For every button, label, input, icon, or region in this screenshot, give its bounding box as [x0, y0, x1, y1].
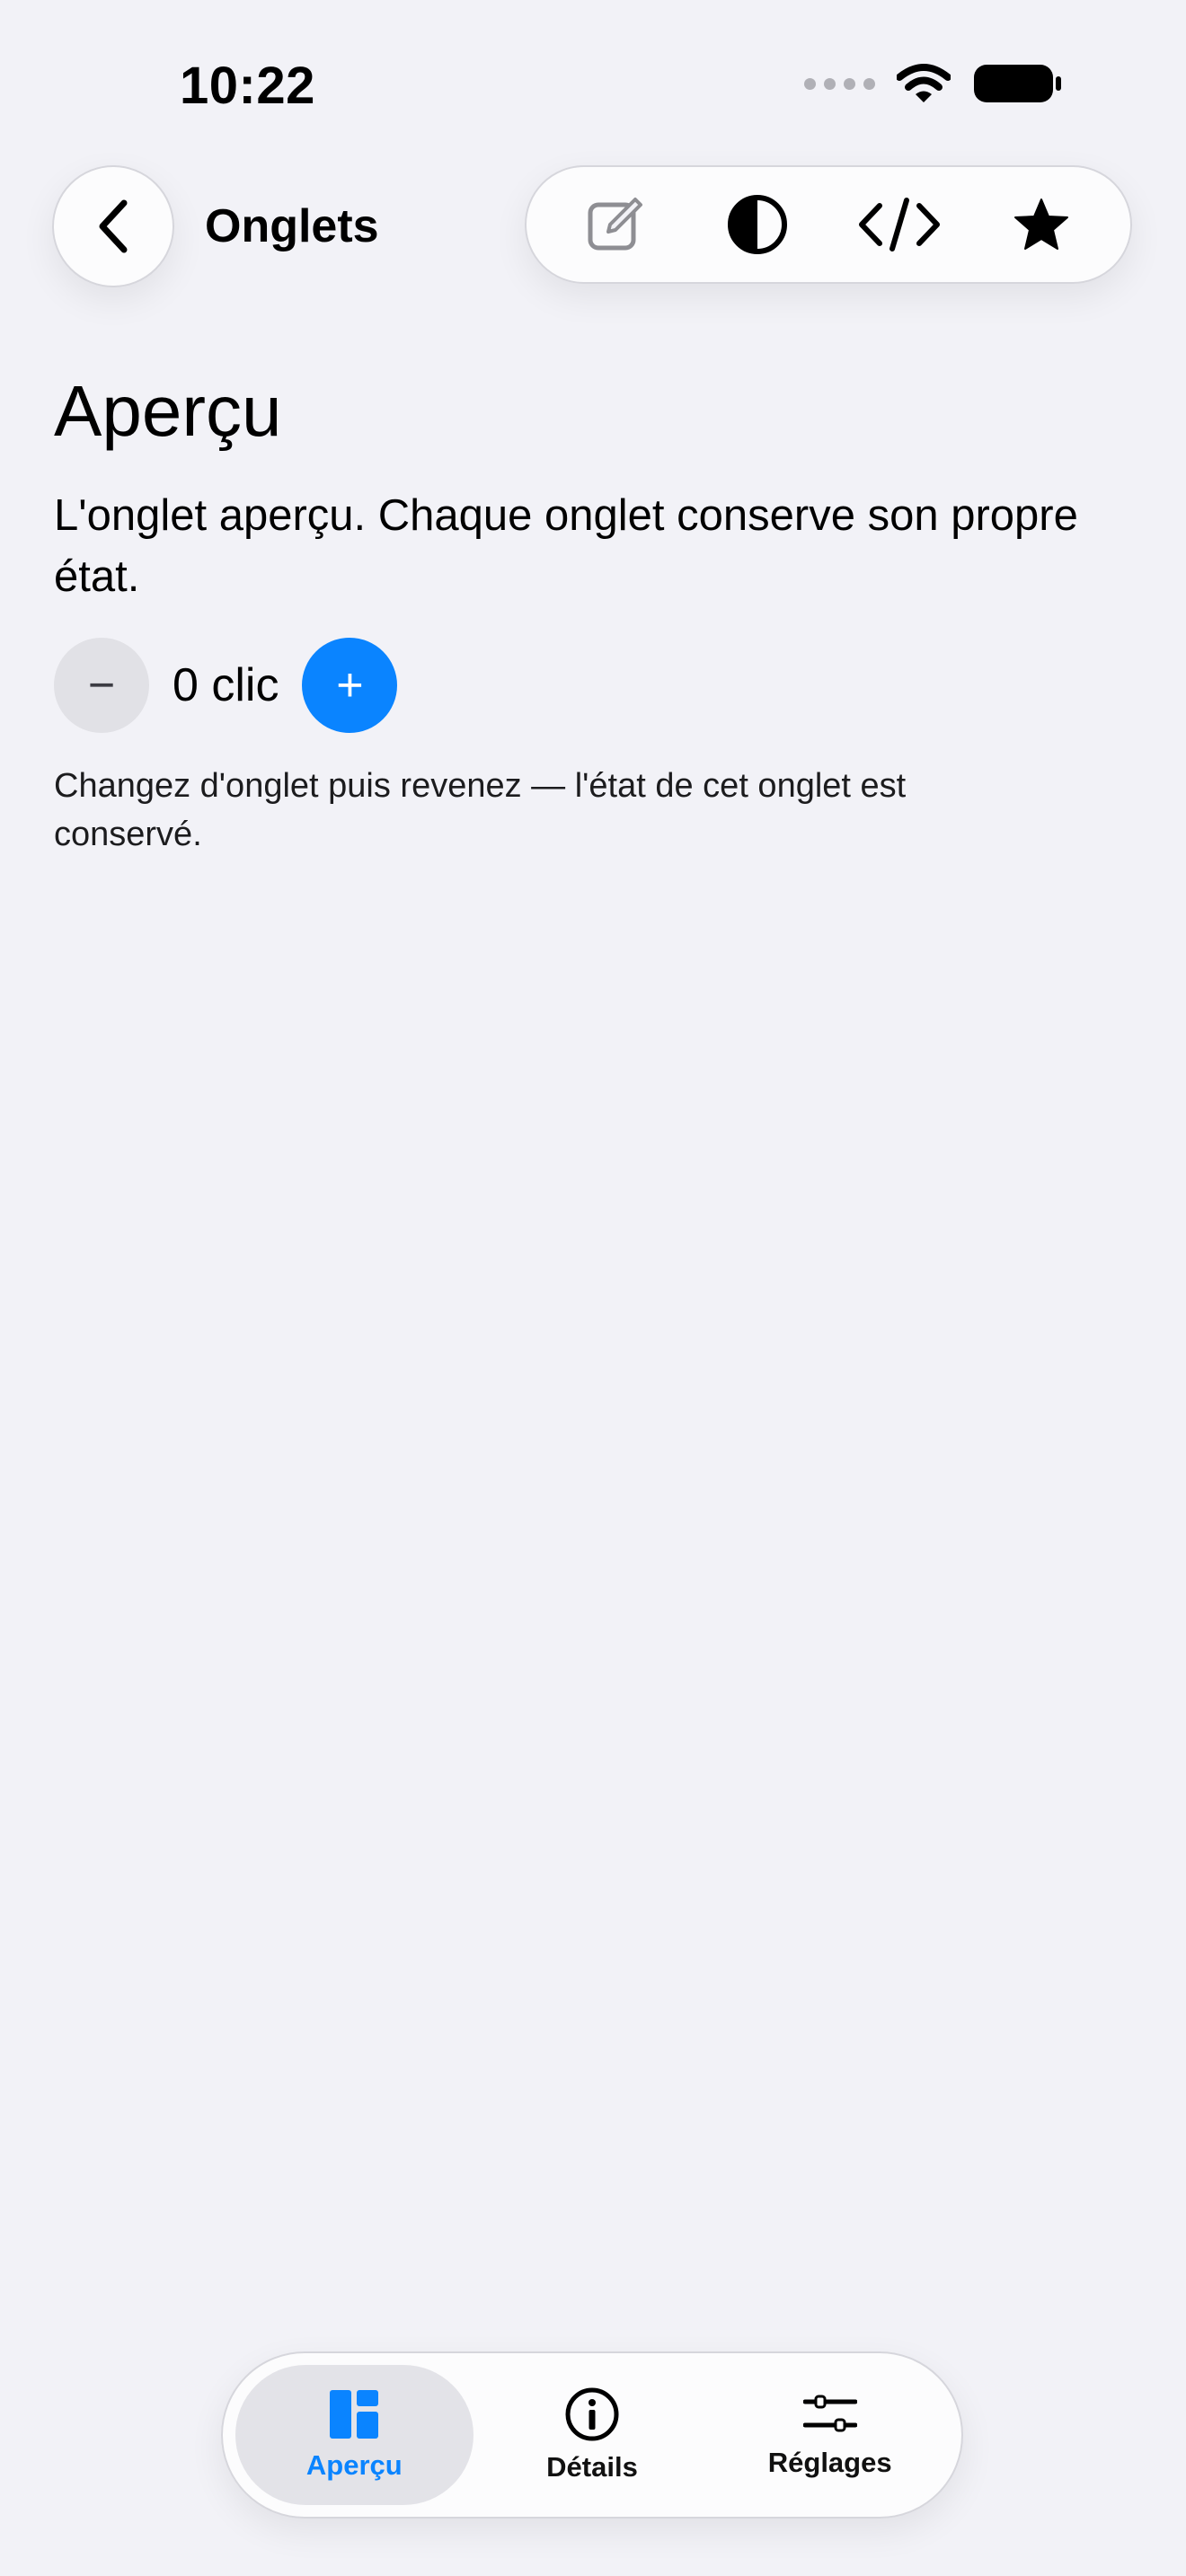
tab-label: Aperçu: [305, 2449, 403, 2481]
hint-text: Changez d'onglet puis revenez — l'état d…: [54, 767, 907, 853]
toolbar: [525, 165, 1132, 284]
code-button[interactable]: [854, 180, 944, 269]
edit-button[interactable]: [571, 180, 660, 269]
tab-label: Détails: [546, 2451, 638, 2483]
cellular-icon: [804, 77, 875, 90]
star-icon: [1014, 198, 1068, 250]
edit-icon: [588, 198, 642, 251]
tab-details[interactable]: Détails: [474, 2365, 712, 2505]
description-text: L'onglet aperçu. Chaque onglet conserve …: [54, 491, 1078, 601]
status-time: 10:22: [180, 57, 315, 115]
favorite-button[interactable]: [996, 180, 1086, 269]
battery-icon: [974, 65, 1061, 102]
code-icon: [859, 198, 940, 251]
layout-icon: [330, 2390, 379, 2439]
nav-title: Onglets: [205, 200, 379, 252]
appearance-button[interactable]: [712, 180, 802, 269]
tab-reglages[interactable]: Réglages: [711, 2365, 949, 2505]
tab-apercu[interactable]: Aperçu: [235, 2365, 474, 2505]
status-icons: [804, 63, 1062, 104]
info-icon: [565, 2387, 619, 2441]
page-title: Aperçu: [54, 371, 282, 451]
sliders-icon: [802, 2395, 857, 2432]
wifi-icon: [897, 64, 951, 102]
click-counter: − 0 clic +: [54, 638, 398, 733]
chevron-left-icon: [99, 199, 128, 253]
click-count: 0 clic: [173, 659, 279, 711]
decrement-button[interactable]: −: [54, 638, 149, 733]
tab-label: Réglages: [767, 2447, 892, 2478]
contrast-icon: [728, 195, 787, 254]
back-button[interactable]: [52, 165, 174, 287]
tab-bar: Aperçu Détails Réglages: [221, 2351, 963, 2519]
increment-button[interactable]: +: [302, 638, 398, 733]
